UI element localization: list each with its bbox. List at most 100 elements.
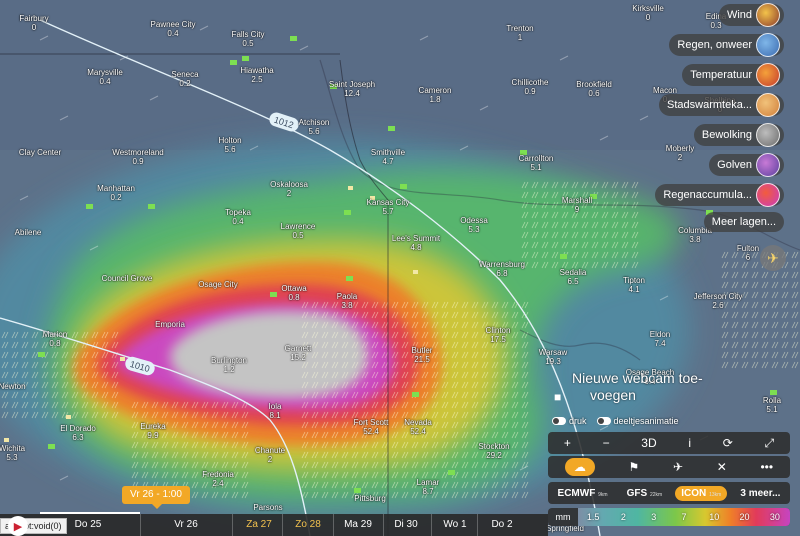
city-label[interactable]: Westmoreland 0.9 — [112, 148, 163, 166]
city-label[interactable]: Osage City — [198, 280, 238, 289]
timeline-day[interactable]: Do 25 — [75, 519, 102, 530]
city-label[interactable]: Manhattan 0.2 — [97, 184, 135, 202]
city-label[interactable]: Saint Joseph 12.4 — [329, 80, 375, 98]
city-label[interactable]: Pittsburg — [354, 494, 386, 503]
city-label[interactable]: Fairbury 0 — [19, 14, 48, 32]
city-label[interactable]: Iola 8.1 — [269, 402, 282, 420]
city-label[interactable]: Holton 5.6 — [218, 136, 241, 154]
model-gfs[interactable]: GFS 22km — [621, 486, 669, 501]
model-icon[interactable]: ICON 13km — [675, 485, 728, 501]
particles-toggle[interactable]: deeltjesanimatie — [596, 416, 679, 426]
city-label[interactable]: Nevada 52.4 — [404, 418, 432, 436]
city-label[interactable]: Atchison 5.6 — [299, 118, 330, 136]
city-label[interactable]: Clinton 17.5 — [486, 326, 511, 344]
fullscreen-icon[interactable]: ⤢ — [764, 436, 774, 451]
city-label[interactable]: Burlington 1.2 — [211, 356, 247, 374]
timeline-day[interactable]: Zo 28 — [295, 519, 321, 530]
city-label[interactable]: Clay Center — [19, 148, 61, 157]
refresh-icon[interactable]: ⟳ — [723, 436, 733, 450]
city-label[interactable]: Topeka 0.4 — [225, 208, 251, 226]
layer-rain-accumulation[interactable]: Regenaccumula... — [655, 183, 784, 207]
city-label[interactable]: Rolla 5.1 — [763, 396, 781, 414]
city-label[interactable]: Kirksville 0 — [632, 4, 664, 22]
flag-icon[interactable]: ⚑ — [629, 460, 640, 474]
timeline-day[interactable]: Wo 1 — [443, 519, 466, 530]
pressure-switch[interactable] — [552, 417, 566, 425]
city-label[interactable]: Paola 3.8 — [337, 292, 357, 310]
city-name: Warsaw — [538, 348, 568, 357]
city-label[interactable]: Marysville 0.4 — [87, 68, 123, 86]
city-label[interactable]: Warsaw 19.3 — [539, 348, 568, 366]
city-label[interactable]: Fulton 6 — [737, 244, 759, 262]
city-label[interactable]: Tipton 4.1 — [623, 276, 645, 294]
city-label[interactable]: Lamar 8.7 — [417, 478, 440, 496]
city-label[interactable]: Ottawa 0.8 — [281, 284, 306, 302]
city-label[interactable]: Falls City 0.5 — [232, 30, 265, 48]
city-label[interactable]: Carrollton 5.1 — [519, 154, 554, 172]
plane-small-icon[interactable]: ✈ — [673, 460, 683, 474]
city-label[interactable]: Chillicothe 0.9 — [512, 78, 549, 96]
city-label[interactable]: Pawnee City 0.4 — [151, 20, 196, 38]
city-label[interactable]: Odessa 5.3 — [460, 216, 488, 234]
city-label[interactable]: Stockton 29.2 — [478, 442, 509, 460]
add-webcam-link[interactable]: Nieuwe webcam toe- voegen — [572, 370, 703, 404]
city-label[interactable]: Lawrence 0.5 — [281, 222, 316, 240]
model-more[interactable]: 3 meer... — [734, 486, 786, 501]
pressure-toggle[interactable]: druk — [552, 416, 587, 426]
model-ecmwf[interactable]: ECMWF 9km — [552, 486, 614, 501]
zoom-out-button[interactable]: − — [603, 436, 610, 450]
city-label[interactable]: Fort Scott 52.4 — [354, 418, 389, 436]
city-label[interactable]: Warrensburg 6.8 — [479, 260, 525, 278]
city-label[interactable]: Cameron 1.8 — [419, 86, 452, 104]
city-label[interactable]: Eureka 9.9 — [140, 422, 165, 440]
city-label[interactable]: Smithville 4.7 — [371, 148, 405, 166]
layer-wind[interactable]: Wind — [718, 3, 784, 27]
timeline-day[interactable]: Za 27 — [246, 519, 272, 530]
city-label[interactable]: Butler 21.5 — [412, 346, 433, 364]
city-label[interactable]: Eldon 7.4 — [650, 330, 670, 348]
timeline-day[interactable]: Vr 26 — [174, 519, 198, 530]
city-label[interactable]: Chanute 2 — [255, 446, 285, 464]
info-icon[interactable]: i — [688, 436, 691, 450]
city-label[interactable]: Seneca 0.2 — [171, 70, 198, 88]
current-time-bubble[interactable]: Vr 26 - 1:00 — [122, 486, 190, 509]
city-label[interactable]: Oskaloosa 2 — [270, 180, 308, 198]
layer-temperature[interactable]: Temperatuur — [682, 63, 784, 87]
zoom-in-button[interactable]: + — [564, 436, 571, 450]
city-label[interactable]: Sedalia 6.5 — [560, 268, 587, 286]
city-label[interactable]: Jefferson City 2.6 — [694, 292, 743, 310]
city-label[interactable]: Fredonia 2.4 — [202, 470, 234, 488]
close-icon[interactable]: ✕ — [717, 460, 727, 474]
city-label[interactable]: Wichita 5.3 — [0, 444, 25, 462]
particles-switch[interactable] — [596, 417, 611, 425]
city-label[interactable]: Council Grove — [102, 274, 153, 283]
layer-urban-heat[interactable]: Stadswarmteka... — [659, 93, 784, 117]
city-label[interactable]: El Dorado 6.3 — [60, 424, 96, 442]
layer-rain-thunder[interactable]: Regen, onweer — [669, 33, 784, 57]
city-label[interactable]: Kansas City 5.7 — [367, 198, 410, 216]
city-label[interactable]: Parsons — [253, 503, 282, 512]
3d-button[interactable]: 3D — [641, 436, 656, 450]
timeline-day[interactable]: Di 30 — [394, 519, 417, 530]
city-label[interactable]: Marion 0.8 — [43, 330, 67, 348]
city-label[interactable]: Lee's Summit 4.8 — [392, 234, 440, 252]
timeline-day[interactable]: Ma 29 — [344, 519, 372, 530]
city-label[interactable]: Abilene — [15, 228, 42, 237]
layer-waves[interactable]: Golven — [709, 153, 784, 177]
cloud-rain-icon[interactable]: ☁ — [564, 458, 595, 476]
city-label[interactable]: Brookfield 0.6 — [576, 80, 612, 98]
city-label[interactable]: Moberly 2 — [666, 144, 694, 162]
more-layers-button[interactable]: Meer lagen... — [703, 212, 784, 232]
layer-clouds[interactable]: Bewolking — [693, 123, 784, 147]
more-icon[interactable]: ••• — [760, 460, 773, 474]
airport-button[interactable]: ✈ — [760, 245, 786, 271]
city-label[interactable]: Trenton 1 — [506, 24, 533, 42]
city-label[interactable]: Marshall 9 — [562, 196, 592, 214]
timeline-day[interactable]: Do 2 — [491, 519, 512, 530]
city-label[interactable]: Garnett 15.2 — [285, 344, 312, 362]
city-label[interactable]: Newton — [0, 382, 26, 391]
city-label[interactable]: Hiawatha 2.5 — [240, 66, 273, 84]
play-icon[interactable]: ▶ — [8, 516, 28, 536]
city-label[interactable]: Emporia — [155, 320, 185, 329]
city-name: Brookfield — [576, 80, 612, 89]
